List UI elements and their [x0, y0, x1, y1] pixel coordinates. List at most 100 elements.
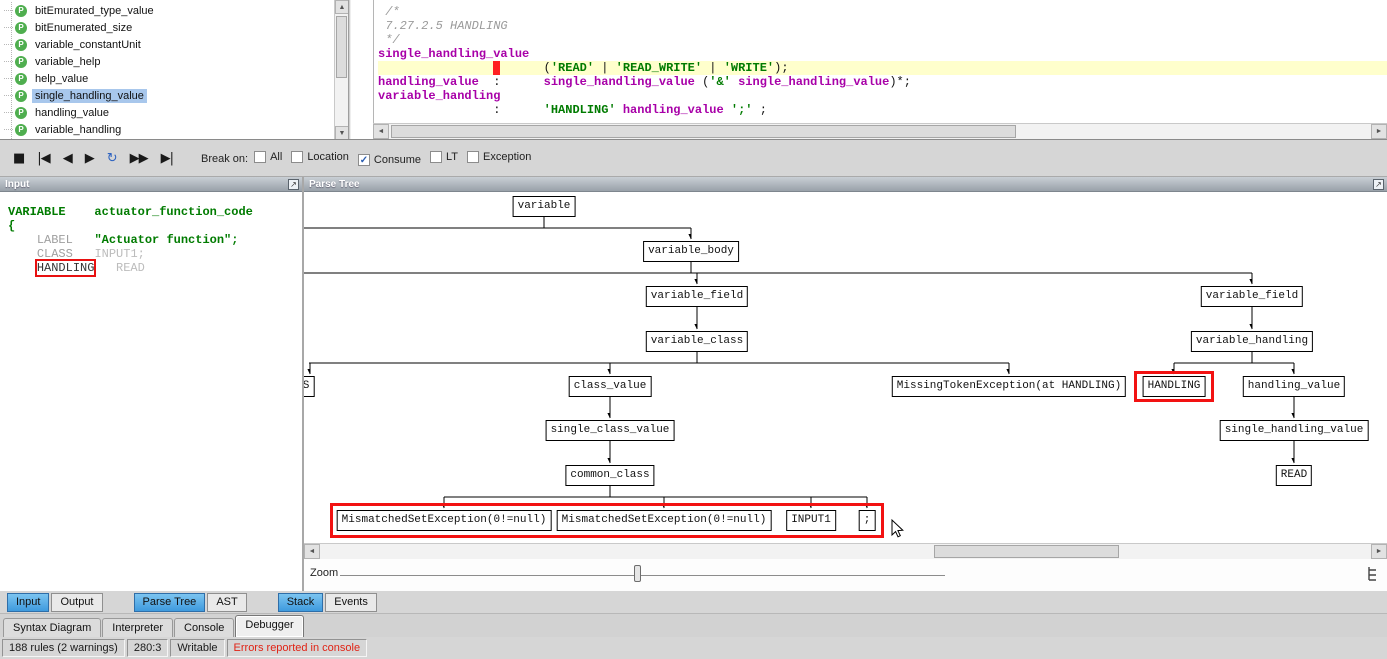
parse-tree-node-class-value[interactable]: class_value [568, 376, 652, 397]
tab-interpreter[interactable]: Interpreter [102, 618, 174, 637]
current-token-highlight: HANDLING [34, 259, 97, 277]
rule-list-item-bitenumerated-size[interactable]: PbitEnumerated_size [4, 19, 334, 36]
rule-list-item-variable-constantunit[interactable]: Pvariable_constantUnit [4, 36, 334, 53]
breakon-consume[interactable]: ✓ Consume [357, 154, 421, 167]
scrollbar-thumb[interactable] [934, 545, 1119, 558]
step-forward-button[interactable]: ▶ [85, 151, 95, 166]
step-back-button[interactable]: ◀ [63, 151, 73, 166]
checkbox[interactable] [291, 150, 304, 163]
editor-horizontal-scrollbar[interactable]: ◄ ► [373, 123, 1387, 139]
parser-rule-icon: P [15, 106, 27, 119]
parser-rule-icon: P [15, 123, 27, 136]
scroll-right-icon[interactable]: ► [1371, 544, 1387, 559]
parse-tree-node-variable[interactable]: variable [512, 196, 576, 217]
parse-tree-canvas[interactable]: variable variable_body variable_field varia… [304, 192, 1387, 543]
scrollbar-thumb[interactable] [391, 125, 1016, 138]
status-bar: 188 rules (2 warnings) 280:3 Writable Error… [0, 637, 1387, 659]
scroll-left-icon[interactable]: ◄ [304, 544, 320, 559]
parser-rule-icon: P [15, 72, 27, 85]
break-on-label: Break on: [200, 152, 249, 165]
parse-tree-node-variable-body[interactable]: variable_body [643, 241, 739, 262]
zoom-slider-thumb[interactable] [634, 565, 641, 582]
rerun-button[interactable]: ↻ [107, 151, 118, 166]
go-to-start-button[interactable]: |◀ [37, 151, 50, 166]
input-line: HANDLING READ [8, 259, 302, 277]
parse-tree-node-handling-value[interactable]: handling_value [1242, 376, 1346, 397]
scroll-up-icon[interactable]: ▲ [335, 0, 348, 14]
view-tab-ast[interactable]: AST [207, 592, 247, 612]
parse-tree-node-common-class[interactable]: common_class [565, 465, 655, 486]
view-tab-parse-tree[interactable]: Parse Tree [133, 592, 206, 612]
tab-syntax-diagram[interactable]: Syntax Diagram [3, 618, 102, 637]
parse-tree-horizontal-scrollbar[interactable]: ◄ ► [304, 543, 1387, 559]
detach-panel-icon[interactable]: ↗ [1373, 179, 1384, 190]
view-tab-stack[interactable]: Stack [277, 592, 324, 612]
scroll-right-icon[interactable]: ► [1371, 124, 1387, 139]
parse-tree-titlebar: Parse Tree ↗ [304, 177, 1387, 192]
checkbox[interactable] [254, 150, 267, 163]
parse-tree-node-variable-handling[interactable]: variable_handling [1190, 331, 1314, 352]
code-line: variable_handling [378, 89, 1387, 103]
breakon-location[interactable]: Location [291, 150, 349, 163]
parse-tree-node-mismatchedsetexception-0-null-[interactable]: MismatchedSetException(0!=null) [336, 510, 552, 531]
tab-console[interactable]: Console [174, 618, 235, 637]
scroll-left-icon[interactable]: ◄ [373, 124, 389, 139]
tab-debugger[interactable]: Debugger [235, 615, 304, 637]
rule-name: variable_help [35, 55, 101, 68]
parse-tree-node-missingtokenexception-at-handling-[interactable]: MissingTokenException(at HANDLING) [891, 376, 1127, 397]
debug-controls: ■ |◀ ◀ ▶ ↻ ▶▶ ▶| [0, 151, 174, 166]
scrollbar-thumb[interactable] [336, 16, 347, 78]
breakon-all[interactable]: All [254, 150, 283, 163]
checkbox-label: All [270, 150, 283, 163]
view-tab-input[interactable]: Input [7, 592, 50, 612]
grammar-code-area[interactable]: /* 7.27.2.5 HANDLING⌂ */single_handling_… [373, 0, 1387, 123]
input-token: VARIABLE [8, 205, 66, 219]
view-tab-output[interactable]: Output [51, 592, 103, 612]
stop-button[interactable]: ■ [13, 151, 25, 166]
rule-list-vertical-scrollbar[interactable]: ▲ ▼ [334, 0, 348, 139]
checkbox[interactable] [467, 150, 480, 163]
rule-list-item-variable-help[interactable]: Pvariable_help [4, 53, 334, 70]
parse-tree-node-single-handling-value[interactable]: single_handling_value [1219, 420, 1369, 441]
input-text-area[interactable]: VARIABLE actuator_function_code{ LABEL "… [0, 192, 302, 591]
code-text: 'WRITE' [723, 61, 775, 75]
breakon-lt[interactable]: LT [429, 150, 458, 163]
parse-tree-node-variable-class[interactable]: variable_class [645, 331, 749, 352]
checkbox[interactable] [429, 150, 442, 163]
input-token: READ [116, 261, 145, 275]
code-text: '&' [709, 75, 731, 89]
go-to-end-button[interactable]: ▶| [161, 151, 174, 166]
parse-tree-node-single-class-value[interactable]: single_class_value [545, 420, 675, 441]
tree-connector [4, 78, 13, 79]
parse-tree-node-read[interactable]: READ [1275, 465, 1313, 486]
checkbox[interactable]: ✓ [357, 154, 370, 167]
parse-tree-node-variable-field[interactable]: variable_field [645, 286, 749, 307]
tree-connector [4, 27, 13, 28]
top-section: PbitEmurated_type_value PbitEnumerated_si… [0, 0, 1387, 140]
breakon-exception[interactable]: Exception [467, 150, 531, 163]
parse-tree-node-s[interactable]: S [304, 376, 315, 397]
code-text: ( [694, 75, 710, 89]
parse-tree-node--[interactable]: ; [858, 510, 876, 531]
fast-forward-button[interactable]: ▶▶ [130, 151, 149, 166]
rule-list-item-variable-handling[interactable]: Pvariable_handling [4, 121, 334, 138]
status-cell: 280:3 [126, 639, 169, 657]
view-tab-events[interactable]: Events [325, 592, 377, 612]
parse-tree-node-handling[interactable]: HANDLING [1142, 376, 1206, 397]
parse-tree-node-variable-field[interactable]: variable_field [1200, 286, 1304, 307]
parse-tree-node-input1[interactable]: INPUT1 [786, 510, 836, 531]
scroll-down-icon[interactable]: ▼ [335, 126, 348, 139]
parse-tree-node-mismatchedsetexception-0-null-[interactable]: MismatchedSetException(0!=null) [556, 510, 772, 531]
rule-list-item-handling-value[interactable]: Phandling_value [4, 104, 334, 121]
status-cell: 188 rules (2 warnings) [2, 639, 125, 657]
parse-tree-panel: Parse Tree ↗ variable variable_body variab… [304, 177, 1387, 591]
rule-list-item-single-handling-value[interactable]: Psingle_handling_value [4, 87, 334, 104]
rule-list-item-bitemurated-type-value[interactable]: PbitEmurated_type_value [4, 2, 334, 19]
code-text: handling_value [378, 75, 479, 89]
rule-list-item-help-value[interactable]: Phelp_value [4, 70, 334, 87]
zoom-slider-track[interactable] [340, 575, 945, 576]
detach-panel-icon[interactable]: ↗ [288, 179, 299, 190]
tree-layout-icon[interactable] [1365, 565, 1381, 583]
grammar-editor[interactable]: /* 7.27.2.5 HANDLING⌂ */single_handling_… [351, 0, 1387, 139]
